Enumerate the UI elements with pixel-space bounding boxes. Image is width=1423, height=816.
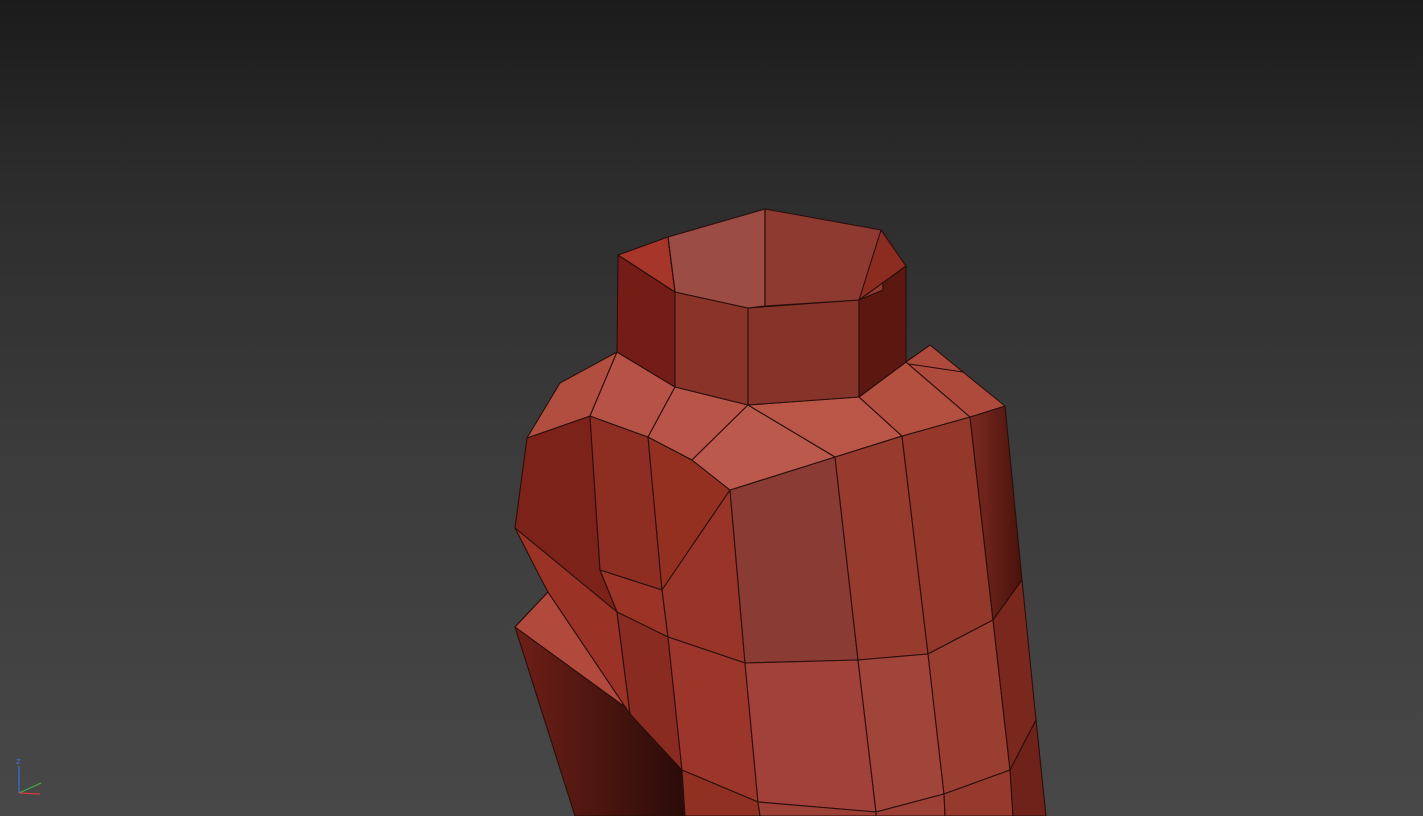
mesh-face (674, 291, 749, 406)
axis-gizmo: z (12, 756, 48, 800)
z-axis-label: z (16, 757, 21, 767)
3d-viewport[interactable]: z (0, 0, 1423, 816)
mesh-render[interactable] (0, 0, 1423, 816)
x-axis-line (18, 792, 41, 795)
mesh-face (667, 208, 766, 309)
y-axis-line (18, 782, 42, 794)
mesh-face (747, 299, 860, 406)
bottle-mesh[interactable] (514, 208, 1047, 816)
mesh-face (744, 659, 877, 813)
